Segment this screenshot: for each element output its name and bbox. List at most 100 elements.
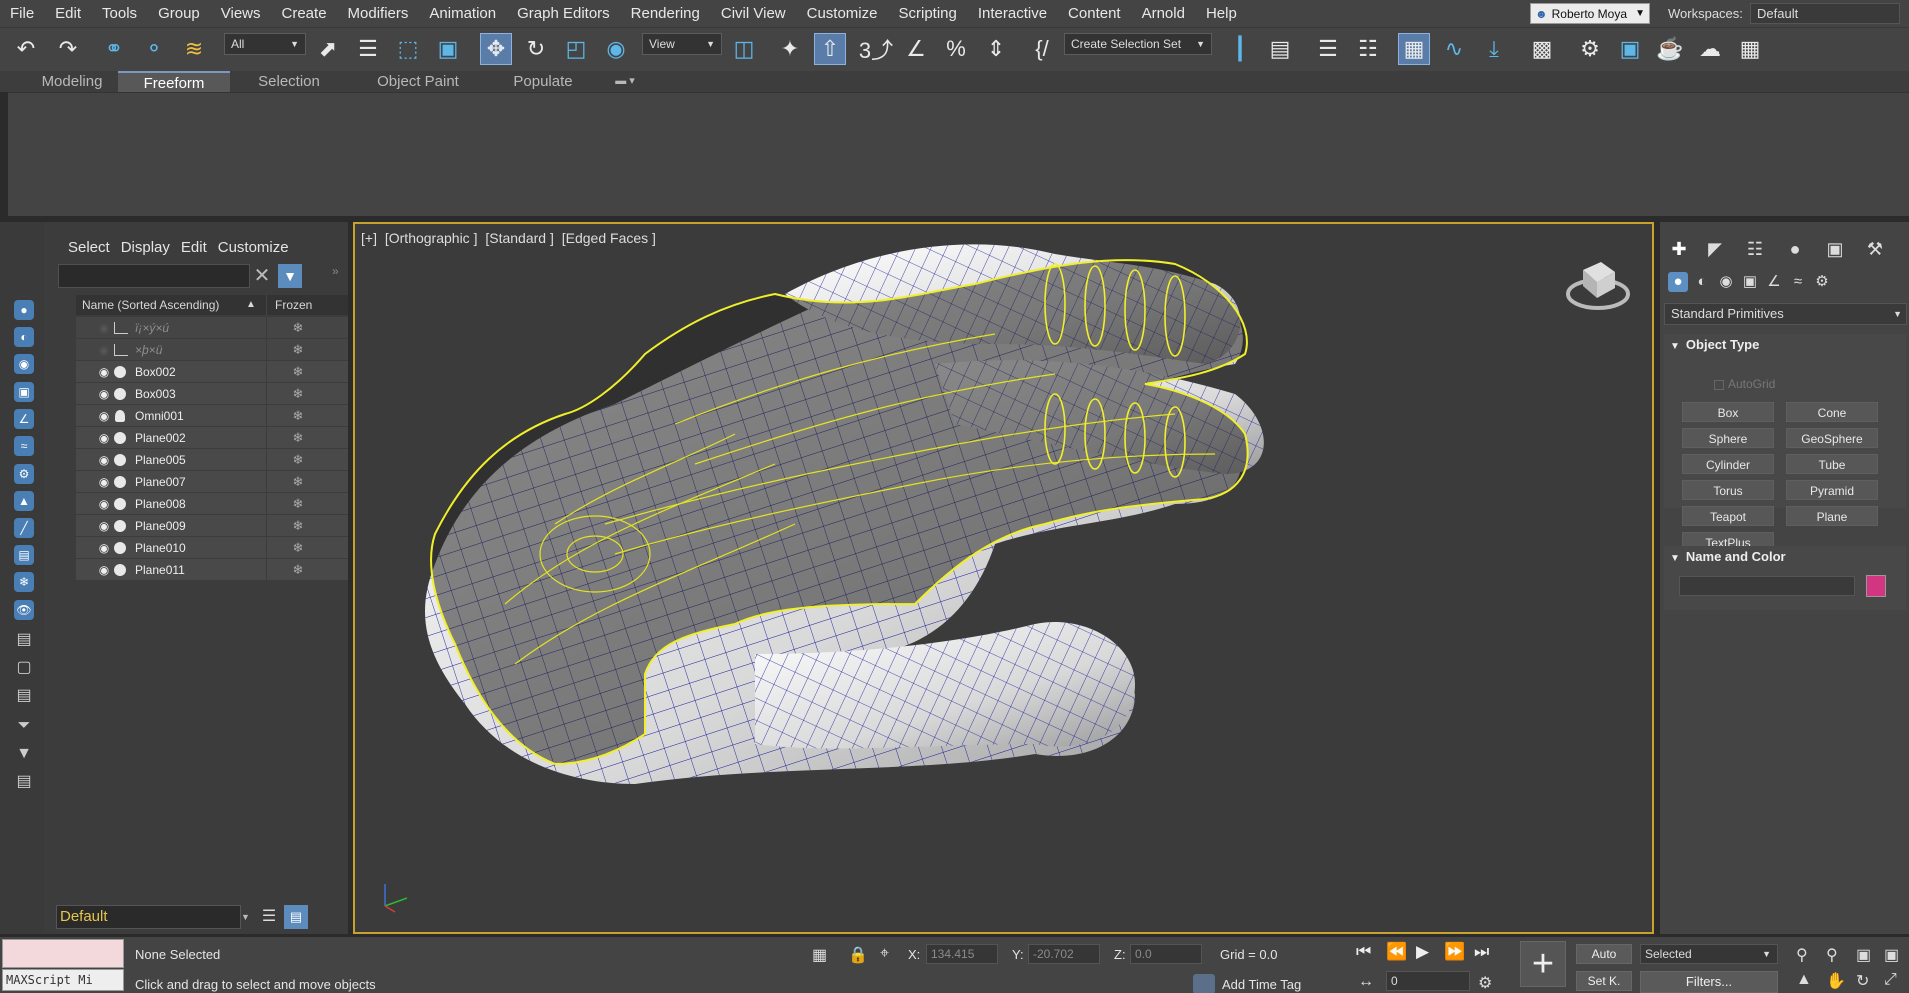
viewcube-icon[interactable] xyxy=(1563,252,1633,312)
workspaces-dropdown[interactable]: Default xyxy=(1750,3,1900,24)
previous-frame-icon[interactable]: ⏪ xyxy=(1386,942,1407,962)
hierarchy-tab-icon[interactable]: ☷ xyxy=(1740,238,1770,260)
tab-freeform[interactable]: Freeform xyxy=(118,71,230,92)
table-row[interactable]: ◉ Plane009 ❄ xyxy=(76,515,348,537)
snaps-toggle-icon[interactable]: 3⤴ xyxy=(859,33,893,65)
visibility-eye-icon[interactable]: ◉ xyxy=(96,405,112,427)
layer-dropdown-arrow-icon[interactable]: ▼ xyxy=(241,905,253,929)
edit-named-selection-icon[interactable]: {/ xyxy=(1026,33,1058,65)
visibility-eye-icon[interactable]: ◉ xyxy=(96,559,112,581)
selection-filter-dropdown[interactable]: All ▼ xyxy=(224,33,306,55)
create-tab-plus-icon[interactable]: ✚ xyxy=(1664,238,1694,260)
field-of-view-icon[interactable]: ▲ xyxy=(1796,971,1812,989)
tab-object-paint[interactable]: Object Paint xyxy=(368,71,468,92)
column-name-header[interactable]: Name (Sorted Ascending) xyxy=(82,295,219,315)
viewport-shading-label[interactable]: [Standard ] xyxy=(485,230,554,246)
visibility-eye-icon[interactable]: ◉ xyxy=(96,339,112,361)
pyramid-button[interactable]: Pyramid xyxy=(1786,480,1878,500)
se-menu-select[interactable]: Select xyxy=(44,236,121,260)
toggle-layer-explorer-icon[interactable]: ☷ xyxy=(1352,33,1384,65)
undo-icon[interactable]: ↶ xyxy=(10,33,42,65)
layer-icon[interactable]: ▤ xyxy=(14,772,34,792)
zoom-icon[interactable]: ⚲ xyxy=(1796,945,1808,965)
display-invert-icon[interactable]: ▤ xyxy=(14,686,34,706)
se-menu-customize[interactable]: Customize xyxy=(218,236,300,260)
display-xrefs-icon[interactable]: ▲ xyxy=(14,491,34,511)
cone-button[interactable]: Cone xyxy=(1786,402,1878,422)
user-account-dropdown[interactable]: ☻ Roberto Moya ▼ xyxy=(1530,3,1650,24)
display-none-icon[interactable]: ▢ xyxy=(14,658,34,678)
toggle-scene-explorer-icon[interactable]: ☰ xyxy=(1312,33,1344,65)
menu-animation[interactable]: Animation xyxy=(419,0,507,27)
cameras-category-icon[interactable]: ▣ xyxy=(1740,272,1760,292)
select-object-icon[interactable]: ⬈ xyxy=(312,33,344,65)
menu-edit[interactable]: Edit xyxy=(45,0,92,27)
freeze-icon[interactable]: ❄ xyxy=(291,383,305,405)
table-row[interactable]: ◉ Plane010 ❄ xyxy=(76,537,348,559)
display-cameras-icon[interactable]: ▣ xyxy=(14,382,34,402)
menu-scripting[interactable]: Scripting xyxy=(888,0,967,27)
menu-group[interactable]: Group xyxy=(148,0,211,27)
time-configuration-icon[interactable]: ⚙ xyxy=(1478,973,1492,993)
isolate-selection-icon[interactable]: ▦ xyxy=(812,945,827,965)
maximize-viewport-icon[interactable]: ⤢ xyxy=(1884,971,1897,989)
clear-search-icon[interactable]: ✕ xyxy=(250,266,274,288)
tab-populate[interactable]: Populate xyxy=(502,71,584,92)
select-manipulate-icon[interactable]: ✦ xyxy=(774,33,806,65)
select-and-place-icon[interactable]: ◉ xyxy=(600,33,632,65)
autogrid-checkbox[interactable]: AutoGrid xyxy=(1714,377,1775,391)
space-warps-category-icon[interactable]: ≈ xyxy=(1788,272,1808,292)
freeze-icon[interactable]: ❄ xyxy=(291,515,305,537)
object-type-header[interactable]: ▼ Object Type xyxy=(1664,334,1906,356)
display-shapes-icon[interactable]: ◐ xyxy=(14,327,34,347)
expand-chevron-icon[interactable]: » xyxy=(332,264,339,278)
helpers-category-icon[interactable]: ∠ xyxy=(1764,272,1784,292)
go-to-start-icon[interactable]: ⏮ xyxy=(1356,942,1371,962)
menu-graph-editors[interactable]: Graph Editors xyxy=(507,0,621,27)
display-helpers-icon[interactable]: ∠ xyxy=(14,409,34,429)
menu-civil-view[interactable]: Civil View xyxy=(711,0,797,27)
display-geometry-icon[interactable]: ● xyxy=(14,300,34,320)
object-name-field[interactable] xyxy=(1679,576,1855,596)
visibility-eye-icon[interactable]: ◉ xyxy=(96,361,112,383)
ribbon-options-icon[interactable]: ▬ ▾ xyxy=(610,71,640,92)
menu-create[interactable]: Create xyxy=(272,0,338,27)
play-icon[interactable]: ▶ xyxy=(1416,942,1429,962)
geosphere-button[interactable]: GeoSphere xyxy=(1786,428,1878,448)
material-editor-icon[interactable]: ▩ xyxy=(1526,33,1558,65)
freeze-icon[interactable]: ❄ xyxy=(291,449,305,471)
utilities-tab-icon[interactable]: ⚒ xyxy=(1860,238,1890,260)
display-tab-icon[interactable]: ▣ xyxy=(1820,238,1850,260)
freeze-icon[interactable]: ❄ xyxy=(291,317,305,339)
visibility-eye-icon[interactable]: ◉ xyxy=(96,537,112,559)
maxscript-listener-output[interactable] xyxy=(2,939,124,968)
key-filter-dropdown[interactable]: Selected ▼ xyxy=(1640,944,1778,964)
scene-search-input[interactable] xyxy=(58,264,250,288)
rendered-frame-window-icon[interactable]: ▣ xyxy=(1614,33,1646,65)
select-and-scale-icon[interactable]: ◰ xyxy=(560,33,592,65)
freeze-icon[interactable]: ❄ xyxy=(291,339,305,361)
tube-button[interactable]: Tube xyxy=(1786,454,1878,474)
add-time-tag-button[interactable]: Add Time Tag xyxy=(1222,977,1301,992)
unlink-icon[interactable]: ⚬ xyxy=(138,33,170,65)
spinner-snap-icon[interactable]: ⇕ xyxy=(980,33,1012,65)
box-button[interactable]: Box xyxy=(1682,402,1774,422)
freeze-icon[interactable]: ❄ xyxy=(291,559,305,581)
primitive-category-dropdown[interactable]: Standard Primitives ▼ xyxy=(1664,303,1907,325)
freeze-icon[interactable]: ❄ xyxy=(291,427,305,449)
lights-category-icon[interactable]: ◉ xyxy=(1716,272,1736,292)
filter-icon[interactable]: ⏷ xyxy=(14,716,34,736)
auto-key-button[interactable]: Auto xyxy=(1576,944,1632,964)
object-color-swatch[interactable] xyxy=(1866,575,1886,597)
table-row[interactable]: ◉ ×þ×ü ❄ xyxy=(76,339,348,361)
viewport-display-label[interactable]: [Edged Faces ] xyxy=(562,230,656,246)
x-coordinate-field[interactable]: 134.415 xyxy=(926,944,998,964)
link-icon[interactable]: ⚭ xyxy=(98,33,130,65)
freeze-icon[interactable]: ❄ xyxy=(291,471,305,493)
table-row[interactable]: ◉ Plane011 ❄ xyxy=(76,559,348,581)
named-selection-set-dropdown[interactable]: Create Selection Set ▼ xyxy=(1064,33,1212,55)
display-frozen-icon[interactable]: ❄ xyxy=(14,572,34,592)
percent-snap-icon[interactable]: % xyxy=(940,33,972,65)
visibility-eye-icon[interactable]: ◉ xyxy=(96,449,112,471)
se-menu-edit[interactable]: Edit xyxy=(181,236,218,260)
